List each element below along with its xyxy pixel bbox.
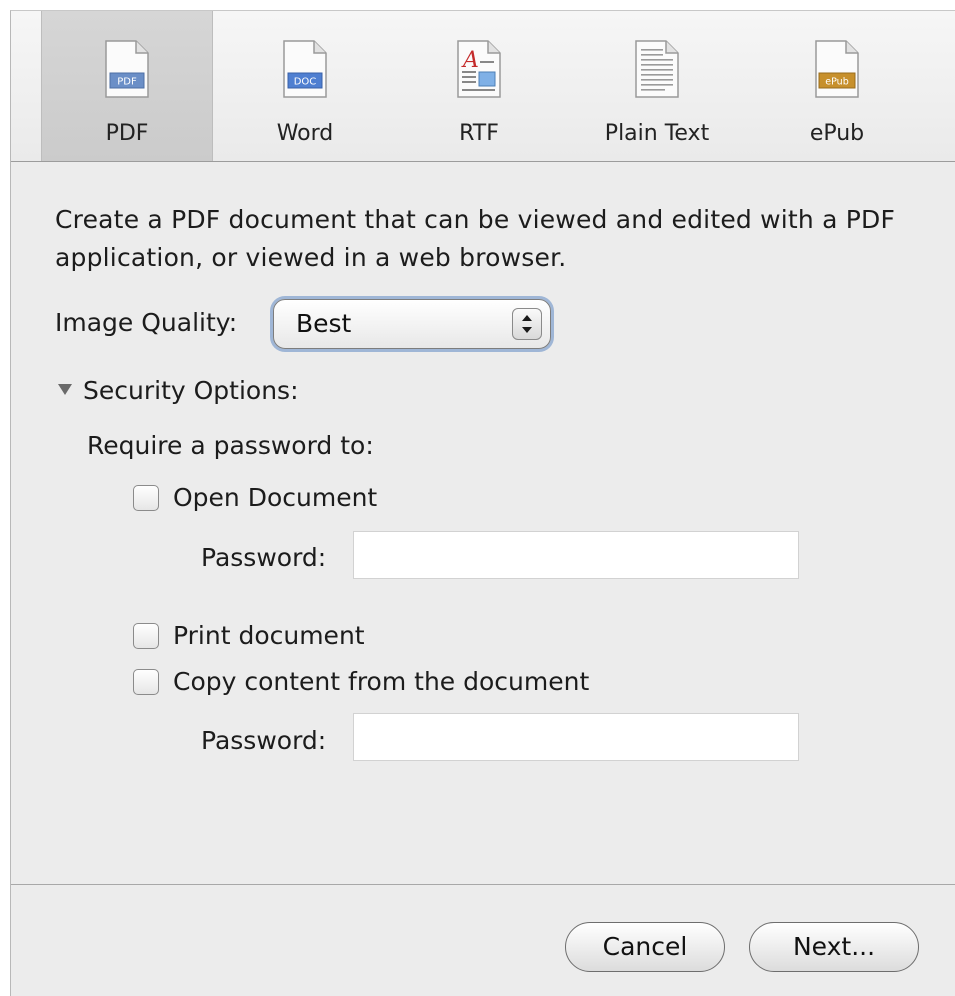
copy-content-checkbox[interactable]: [133, 669, 159, 695]
image-quality-value: Best: [296, 309, 352, 338]
image-quality-label: Image Quality:: [55, 308, 238, 337]
footer-divider: [11, 884, 955, 885]
tab-word[interactable]: DOC Word: [219, 11, 391, 161]
export-dialog: PDF PDF DOC Word A RTF Plain Text ePub e…: [10, 10, 955, 996]
copy-content-label: Copy content from the document: [173, 667, 590, 696]
copy-password-label: Password:: [201, 726, 327, 755]
svg-text:A: A: [461, 48, 479, 73]
print-document-checkbox[interactable]: [133, 623, 159, 649]
svg-text:PDF: PDF: [117, 77, 137, 88]
tab-label: Plain Text: [604, 121, 710, 146]
format-toolbar: PDF PDF DOC Word A RTF Plain Text ePub e…: [11, 11, 955, 162]
doc-file-icon: DOC: [283, 40, 327, 98]
open-document-checkbox[interactable]: [133, 485, 159, 511]
next-button[interactable]: Next...: [749, 922, 919, 972]
up-down-arrows-icon: [522, 315, 532, 333]
copy-password-field[interactable]: [353, 713, 799, 761]
tab-label: PDF: [105, 121, 149, 146]
rtf-file-icon: A: [457, 40, 501, 98]
image-quality-popup[interactable]: Best: [273, 299, 551, 349]
tab-label: RTF: [459, 121, 499, 146]
tab-pdf[interactable]: PDF PDF: [41, 11, 213, 161]
tab-label: Word: [276, 121, 334, 146]
text-file-icon: [635, 40, 679, 98]
tab-rtf[interactable]: A RTF: [393, 11, 565, 161]
security-options-label: Security Options:: [83, 376, 299, 405]
require-password-label: Require a password to:: [87, 431, 374, 460]
open-password-label: Password:: [201, 543, 327, 572]
tab-epub[interactable]: ePub ePub: [751, 11, 923, 161]
disclosure-triangle-icon[interactable]: [57, 381, 73, 397]
format-description: Create a PDF document that can be viewed…: [55, 205, 896, 272]
tab-plain-text[interactable]: Plain Text: [571, 11, 743, 161]
svg-text:DOC: DOC: [294, 77, 317, 88]
print-document-label: Print document: [173, 621, 365, 650]
svg-text:ePub: ePub: [825, 77, 848, 88]
popup-stepper: [512, 308, 542, 340]
cancel-button[interactable]: Cancel: [565, 922, 725, 972]
pdf-file-icon: PDF: [105, 40, 149, 98]
tab-label: ePub: [809, 121, 865, 146]
epub-file-icon: ePub: [815, 40, 859, 98]
open-password-field[interactable]: [353, 531, 799, 579]
open-document-label: Open Document: [173, 483, 378, 512]
